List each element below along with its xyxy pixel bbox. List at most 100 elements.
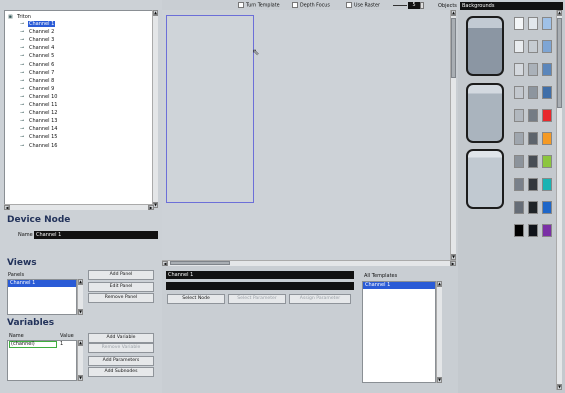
color-swatch[interactable] bbox=[514, 132, 524, 145]
select-parameter-button[interactable]: Select Parameter bbox=[228, 294, 286, 304]
panels-vscroll[interactable]: ▲ ▼ bbox=[77, 279, 83, 315]
scroll-up-arrow-icon[interactable]: ▲ bbox=[451, 10, 456, 16]
color-swatch[interactable] bbox=[514, 155, 524, 168]
tree-item-channel[interactable]: ⊸ Channel 4 bbox=[20, 45, 55, 52]
device-tree[interactable]: ▣ Triton ⊸ Channel 1 ⊸ Channel 2 ⊸ Channel 3 ⊸ C… bbox=[4, 10, 154, 208]
table-row[interactable]: (channel) 1 bbox=[8, 341, 76, 348]
remove-panel-button[interactable]: Remove Panel bbox=[88, 293, 154, 303]
tree-root[interactable]: ▣ Triton bbox=[8, 14, 32, 21]
tree-item-channel[interactable]: ⊸ Channel 12 bbox=[20, 110, 58, 117]
color-swatch[interactable] bbox=[542, 155, 552, 168]
color-swatch[interactable] bbox=[528, 201, 538, 214]
add-variable-button[interactable]: Add Variable bbox=[88, 333, 154, 343]
objects-select[interactable]: Backgrounds bbox=[460, 2, 563, 10]
color-swatch[interactable] bbox=[528, 155, 538, 168]
turn-template-toggle[interactable]: Turn Template bbox=[238, 2, 280, 10]
color-swatch[interactable] bbox=[528, 63, 538, 76]
scroll-up-arrow-icon[interactable]: ▲ bbox=[557, 10, 562, 16]
tree-item-channel[interactable]: ⊸ Channel 13 bbox=[20, 118, 58, 125]
background-object-2[interactable] bbox=[466, 83, 504, 143]
checkbox-icon[interactable] bbox=[346, 2, 352, 8]
color-swatch[interactable] bbox=[514, 178, 524, 191]
tree-item-channel[interactable]: ⊸ Channel 16 bbox=[20, 143, 58, 150]
color-swatch[interactable] bbox=[542, 86, 552, 99]
color-swatch[interactable] bbox=[514, 224, 524, 237]
color-swatch[interactable] bbox=[542, 178, 552, 191]
add-parameters-button[interactable]: Add Parameters bbox=[88, 356, 154, 366]
background-object-3[interactable] bbox=[466, 149, 504, 209]
use-raster-toggle[interactable]: Use Raster bbox=[346, 2, 380, 10]
scroll-down-arrow-icon[interactable]: ▼ bbox=[78, 309, 83, 315]
add-panel-button[interactable]: Add Panel bbox=[88, 270, 154, 280]
canvas-hscroll[interactable]: ◀ ▶ bbox=[162, 260, 456, 266]
raster-spin-icon[interactable] bbox=[420, 2, 424, 9]
scroll-left-arrow-icon[interactable]: ◀ bbox=[4, 205, 10, 210]
scroll-up-arrow-icon[interactable]: ▲ bbox=[78, 279, 83, 285]
scroll-down-arrow-icon[interactable]: ▼ bbox=[437, 377, 442, 383]
tree-vscroll[interactable]: ▲ ▼ bbox=[152, 10, 158, 208]
color-swatch[interactable] bbox=[542, 132, 552, 145]
tree-item-channel[interactable]: ⊸ Channel 9 bbox=[20, 86, 55, 93]
color-swatch[interactable] bbox=[514, 63, 524, 76]
color-swatch[interactable] bbox=[514, 17, 524, 30]
color-swatch[interactable] bbox=[514, 40, 524, 53]
tree-item-channel[interactable]: ⊸ Channel 7 bbox=[20, 70, 55, 77]
color-swatch[interactable] bbox=[542, 224, 552, 237]
scroll-thumb[interactable] bbox=[170, 261, 230, 265]
tree-item-channel[interactable]: ⊸ Channel 6 bbox=[20, 62, 55, 69]
variables-vscroll[interactable]: ▲ ▼ bbox=[77, 340, 83, 381]
assign-parameter-button[interactable]: Assign Parameter bbox=[289, 294, 351, 304]
variable-value-cell[interactable]: 1 bbox=[60, 341, 63, 348]
color-swatch[interactable] bbox=[528, 109, 538, 122]
color-swatch[interactable] bbox=[528, 17, 538, 30]
scroll-up-arrow-icon[interactable]: ▲ bbox=[437, 281, 442, 287]
scroll-down-arrow-icon[interactable]: ▼ bbox=[557, 384, 562, 390]
objects-vscroll[interactable]: ▲ ▼ bbox=[556, 10, 562, 390]
tree-item-channel[interactable]: ⊸ Channel 5 bbox=[20, 53, 55, 60]
color-swatch[interactable] bbox=[528, 132, 538, 145]
scroll-right-arrow-icon[interactable]: ▶ bbox=[148, 205, 154, 210]
checkbox-icon[interactable] bbox=[292, 2, 298, 8]
color-swatch[interactable] bbox=[528, 224, 538, 237]
scroll-down-arrow-icon[interactable]: ▼ bbox=[78, 375, 83, 381]
tree-item-channel[interactable]: ⊸ Channel 14 bbox=[20, 126, 58, 133]
tree-hscroll[interactable]: ◀ ▶ bbox=[4, 204, 154, 210]
color-swatch[interactable] bbox=[542, 63, 552, 76]
panel-frame[interactable] bbox=[166, 15, 254, 203]
device-name-input[interactable]: Channel 1 bbox=[34, 231, 158, 239]
remove-variable-button[interactable]: Remove Variable bbox=[88, 343, 154, 353]
tree-item-channel[interactable]: ⊸ Channel 11 bbox=[20, 102, 58, 109]
raster-value-field[interactable]: 5 bbox=[408, 2, 420, 9]
depth-focus-toggle[interactable]: Depth Focus bbox=[292, 2, 330, 10]
color-swatch[interactable] bbox=[528, 40, 538, 53]
canvas-vscroll[interactable]: ▲ ▼ bbox=[450, 10, 456, 260]
color-swatch[interactable] bbox=[514, 201, 524, 214]
node-name-field[interactable]: Channel 1 bbox=[166, 271, 354, 279]
tree-item-channel[interactable]: ⊸ Channel 2 bbox=[20, 29, 55, 36]
edit-panel-button[interactable]: Edit Panel bbox=[88, 282, 154, 292]
add-subnodes-button[interactable]: Add Subnodes bbox=[88, 367, 154, 377]
color-swatch[interactable] bbox=[542, 109, 552, 122]
tree-item-channel[interactable]: ⊸ Channel 10 bbox=[20, 94, 58, 101]
color-swatch[interactable] bbox=[528, 178, 538, 191]
color-swatch[interactable] bbox=[542, 17, 552, 30]
background-object-1[interactable] bbox=[466, 16, 504, 76]
variables-table[interactable]: (channel) 1 bbox=[7, 340, 77, 381]
color-swatch[interactable] bbox=[542, 40, 552, 53]
scroll-up-arrow-icon[interactable]: ▲ bbox=[78, 340, 83, 346]
tree-item-channel[interactable]: ⊸ Channel 8 bbox=[20, 78, 55, 85]
color-swatch[interactable] bbox=[528, 86, 538, 99]
color-swatch[interactable] bbox=[514, 86, 524, 99]
node-path-field[interactable] bbox=[166, 282, 354, 290]
tree-item-channel[interactable]: ⊸ Channel 3 bbox=[20, 37, 55, 44]
checkbox-icon[interactable] bbox=[238, 2, 244, 8]
scroll-thumb[interactable] bbox=[557, 18, 562, 108]
list-item[interactable]: Channel 1 bbox=[363, 282, 435, 289]
scroll-up-arrow-icon[interactable]: ▲ bbox=[153, 10, 158, 16]
scroll-thumb[interactable] bbox=[451, 18, 456, 78]
color-swatch[interactable] bbox=[514, 109, 524, 122]
list-item[interactable]: Channel 1 bbox=[8, 280, 76, 287]
raster-slider[interactable] bbox=[393, 5, 407, 6]
select-node-button[interactable]: Select Node bbox=[167, 294, 225, 304]
templates-list[interactable]: Channel 1 bbox=[362, 281, 436, 383]
